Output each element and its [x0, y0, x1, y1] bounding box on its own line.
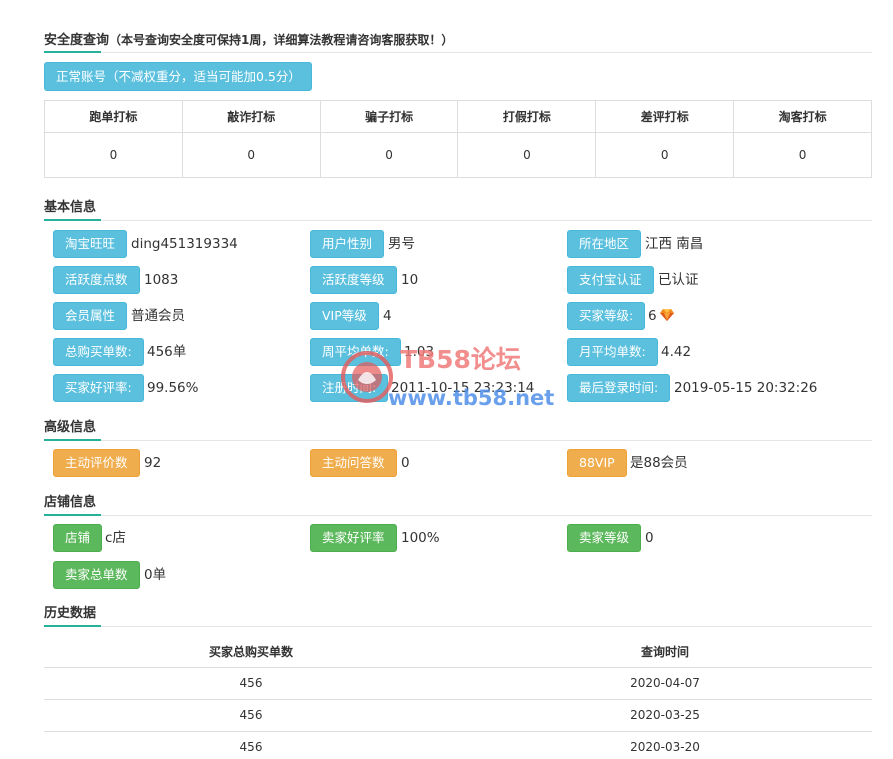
- mark-table: 跑单打标 敲诈打标 骗子打标 打假打标 差评打标 淘客打标 0 0 0 0 0 …: [44, 100, 872, 178]
- advanced-section-title: 高级信息: [44, 420, 97, 435]
- seller-orders-label[interactable]: 卖家总单数: [53, 561, 140, 589]
- table-row: 456 2020-03-20: [44, 731, 872, 759]
- table-row: 456 2020-03-25: [44, 699, 872, 732]
- activity-points-value: 1083: [144, 272, 179, 288]
- member-type-value: 普通会员: [131, 308, 185, 324]
- history-header-row: 买家总购买单数 查询时间: [44, 636, 872, 668]
- section-accent: [44, 514, 101, 516]
- mark-header: 骗子打标: [319, 100, 459, 133]
- seller-rating-label[interactable]: 卖家好评率: [310, 524, 397, 552]
- vip-level-value: 4: [383, 308, 392, 324]
- vip88-value: 是88会员: [630, 455, 688, 471]
- history-orders-cell: 456: [44, 699, 458, 732]
- safety-subtitle: （本号查询安全度可保持1周，详细算法教程请咨询客服获取！）: [109, 33, 454, 47]
- history-orders-cell: 456: [44, 667, 458, 700]
- active-qa-value: 0: [401, 455, 410, 471]
- buyer-rating-label[interactable]: 买家好评率:: [53, 374, 144, 402]
- account-status-button[interactable]: 正常账号（不减权重分，适当可能加0.5分）: [44, 62, 312, 91]
- member-type-label[interactable]: 会员属性: [53, 302, 128, 330]
- seller-level-label[interactable]: 卖家等级: [567, 524, 642, 552]
- active-qa-label[interactable]: 主动问答数: [310, 449, 397, 477]
- divider: [44, 515, 872, 516]
- mark-header: 打假打标: [457, 100, 597, 133]
- wangwang-value: ding451319334: [131, 236, 238, 252]
- alipay-value: 已认证: [658, 272, 699, 288]
- buyer-level-label[interactable]: 买家等级:: [567, 302, 646, 330]
- mark-header: 差评打标: [595, 100, 735, 133]
- monthly-avg-label[interactable]: 月平均单数:: [567, 338, 658, 366]
- gender-value: 男号: [388, 236, 415, 252]
- alipay-label[interactable]: 支付宝认证: [567, 266, 654, 294]
- active-reviews-value: 92: [144, 455, 162, 471]
- buyer-rating-value: 99.56%: [147, 380, 199, 396]
- seller-level-value: 0: [645, 530, 654, 546]
- vip88-label[interactable]: 88VIP: [567, 449, 627, 477]
- buyer-level-value-wrap: 6: [648, 302, 674, 331]
- mark-value: 0: [457, 132, 597, 178]
- divider: [44, 626, 872, 627]
- table-row: 456 2020-04-07: [44, 667, 872, 700]
- activity-points-label[interactable]: 活跃度点数: [53, 266, 140, 294]
- seller-rating-value: 100%: [401, 530, 440, 546]
- monthly-avg-value: 4.42: [661, 344, 692, 360]
- weekly-avg-value: 1.03: [404, 344, 435, 360]
- mark-header: 敲诈打标: [181, 100, 321, 133]
- buyer-level-value: 6: [648, 308, 657, 324]
- register-time-label[interactable]: 注册时间:: [310, 374, 389, 402]
- shop-section-title: 店铺信息: [44, 495, 97, 510]
- activity-level-label[interactable]: 活跃度等级: [310, 266, 397, 294]
- history-section-title: 历史数据: [44, 606, 97, 621]
- mark-value: 0: [733, 132, 872, 178]
- divider: [44, 220, 872, 221]
- weekly-avg-label[interactable]: 周平均单数:: [310, 338, 401, 366]
- safety-title-text: 安全度查询: [44, 33, 110, 48]
- mark-value-row: 0 0 0 0 0 0: [44, 132, 872, 178]
- mark-value: 0: [44, 132, 183, 178]
- region-value: 江西 南昌: [645, 236, 704, 252]
- total-orders-value: 456单: [147, 344, 187, 360]
- last-login-label[interactable]: 最后登录时间:: [567, 374, 671, 402]
- gender-label[interactable]: 用户性别: [310, 230, 385, 258]
- register-time-value: 2011-10-15 23:23:14: [391, 380, 535, 396]
- basic-section-title: 基本信息: [44, 200, 97, 215]
- shop-type-value: c店: [105, 530, 126, 546]
- mark-header: 淘客打标: [733, 100, 872, 133]
- region-label[interactable]: 所在地区: [567, 230, 642, 258]
- divider: [44, 52, 872, 53]
- history-table: 买家总购买单数 查询时间 456 2020-04-07 456 2020-03-…: [44, 636, 872, 759]
- history-date-cell: 2020-03-25: [458, 699, 872, 732]
- vip-level-label[interactable]: VIP等级: [310, 302, 379, 330]
- section-accent: [44, 439, 101, 441]
- mark-value: 0: [319, 132, 459, 178]
- total-orders-label[interactable]: 总购买单数:: [53, 338, 144, 366]
- last-login-value: 2019-05-15 20:32:26: [674, 380, 818, 396]
- mark-value: 0: [181, 132, 321, 178]
- mark-header: 跑单打标: [44, 100, 183, 133]
- history-date-cell: 2020-03-20: [458, 731, 872, 759]
- divider: [44, 440, 872, 441]
- history-date-cell: 2020-04-07: [458, 667, 872, 700]
- safety-section-title: 安全度查询（本号查询安全度可保持1周，详细算法教程请咨询客服获取！）: [44, 29, 453, 48]
- section-accent: [44, 219, 101, 221]
- mark-value: 0: [595, 132, 735, 178]
- section-accent: [44, 51, 101, 53]
- diamond-icon: [659, 303, 674, 331]
- seller-orders-value: 0单: [144, 567, 167, 583]
- shop-type-label[interactable]: 店铺: [53, 524, 103, 552]
- mark-header-row: 跑单打标 敲诈打标 骗子打标 打假打标 差评打标 淘客打标: [44, 100, 872, 133]
- wangwang-label[interactable]: 淘宝旺旺: [53, 230, 128, 258]
- history-header: 查询时间: [458, 636, 872, 668]
- history-orders-cell: 456: [44, 731, 458, 759]
- section-accent: [44, 625, 101, 627]
- activity-level-value: 10: [401, 272, 419, 288]
- active-reviews-label[interactable]: 主动评价数: [53, 449, 140, 477]
- history-header: 买家总购买单数: [44, 636, 458, 668]
